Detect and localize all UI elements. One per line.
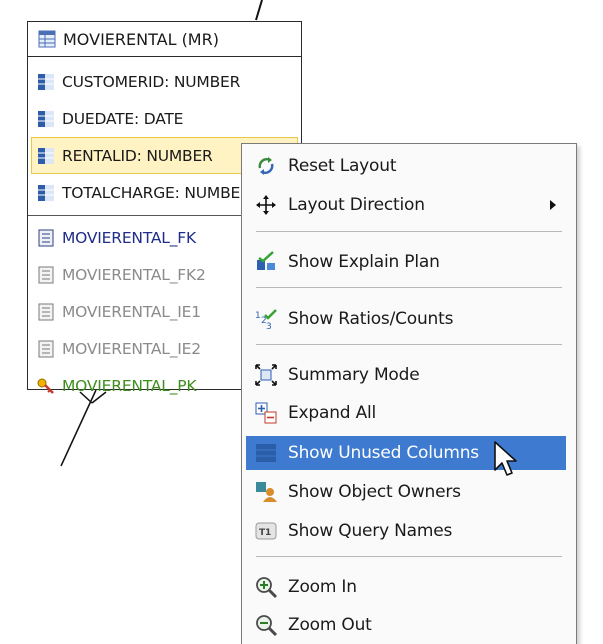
index-icon	[38, 266, 54, 283]
menu-item-layout-direction[interactable]: Layout Direction	[246, 188, 572, 222]
context-menu[interactable]: Reset Layout Layout Direction Show Expla…	[241, 143, 577, 644]
zoom-out-icon	[256, 615, 278, 637]
menu-item-zoom-out[interactable]: Zoom Out	[246, 608, 572, 642]
index-label: MOVIERENTAL_IE1	[62, 302, 201, 321]
zoom-in-icon	[256, 577, 278, 599]
column-row-customerid[interactable]: CUSTOMERID: NUMBER	[28, 63, 301, 100]
menu-item-label: Zoom In	[288, 577, 357, 597]
expand-all-icon	[255, 402, 277, 424]
index-icon	[38, 303, 54, 320]
primary-key-icon	[37, 378, 54, 394]
svg-text:1: 1	[255, 311, 261, 321]
column-icon	[38, 184, 54, 201]
menu-item-summary-mode[interactable]: Summary Mode	[246, 358, 572, 392]
menu-item-reset-layout[interactable]: Reset Layout	[246, 149, 572, 183]
menu-item-label: Show Explain Plan	[288, 252, 440, 272]
explain-plan-icon	[257, 251, 275, 270]
index-icon	[38, 229, 54, 246]
reset-layout-icon	[258, 157, 274, 175]
column-row-duedate[interactable]: DUEDATE: DATE	[28, 100, 301, 137]
column-label: CUSTOMERID: NUMBER	[62, 72, 241, 91]
menu-item-label: Summary Mode	[288, 365, 420, 385]
unused-columns-icon	[256, 444, 276, 462]
column-icon	[38, 110, 54, 127]
object-owners-icon	[256, 482, 277, 502]
menu-item-show-ratios-counts[interactable]: 1 2 3 Show Ratios/Counts	[246, 302, 572, 336]
column-icon	[38, 147, 54, 164]
menu-item-show-object-owners[interactable]: Show Object Owners	[246, 475, 572, 509]
layout-direction-icon	[256, 195, 276, 215]
ratios-counts-icon: 1 2 3	[255, 309, 277, 331]
index-label: MOVIERENTAL_FK	[62, 228, 196, 247]
menu-item-label: Layout Direction	[288, 195, 425, 215]
column-label: DUEDATE: DATE	[62, 109, 184, 128]
menu-item-label: Show Query Names	[288, 521, 453, 541]
menu-item-label: Expand All	[288, 403, 377, 423]
menu-item-label: Reset Layout	[288, 156, 397, 176]
table-icon	[38, 30, 56, 48]
menu-item-expand-all[interactable]: Expand All	[246, 396, 572, 430]
svg-text:T1: T1	[259, 528, 271, 538]
column-label: TOTALCHARGE: NUMBER	[62, 183, 251, 202]
index-label: MOVIERENTAL_FK2	[62, 265, 206, 284]
menu-separator	[256, 344, 562, 345]
menu-item-label: Show Object Owners	[288, 482, 461, 502]
query-names-icon: T1	[255, 522, 277, 540]
menu-separator	[256, 556, 562, 557]
menu-item-label: Zoom Out	[288, 615, 372, 635]
summary-mode-icon	[255, 364, 277, 386]
mouse-pointer-icon	[494, 441, 517, 476]
index-label: MOVIERENTAL_IE2	[62, 339, 201, 358]
column-icon	[38, 73, 54, 90]
entity-header[interactable]: MOVIERENTAL (MR)	[28, 22, 301, 57]
menu-separator	[256, 231, 562, 232]
submenu-arrow-icon	[550, 200, 556, 210]
menu-item-label: Show Unused Columns	[288, 443, 479, 463]
menu-separator	[256, 287, 562, 288]
index-icon	[38, 340, 54, 357]
svg-text:3: 3	[266, 322, 272, 331]
column-label: RENTALID: NUMBER	[62, 146, 213, 165]
relationship-line-top	[255, 0, 263, 21]
menu-item-show-explain-plan[interactable]: Show Explain Plan	[246, 245, 572, 279]
index-label: MOVIERENTAL_PK	[62, 376, 197, 395]
menu-item-zoom-in[interactable]: Zoom In	[246, 570, 572, 604]
menu-item-label: Show Ratios/Counts	[288, 309, 454, 329]
menu-item-show-query-names[interactable]: T1 Show Query Names	[246, 514, 572, 548]
entity-title: MOVIERENTAL (MR)	[63, 29, 219, 49]
